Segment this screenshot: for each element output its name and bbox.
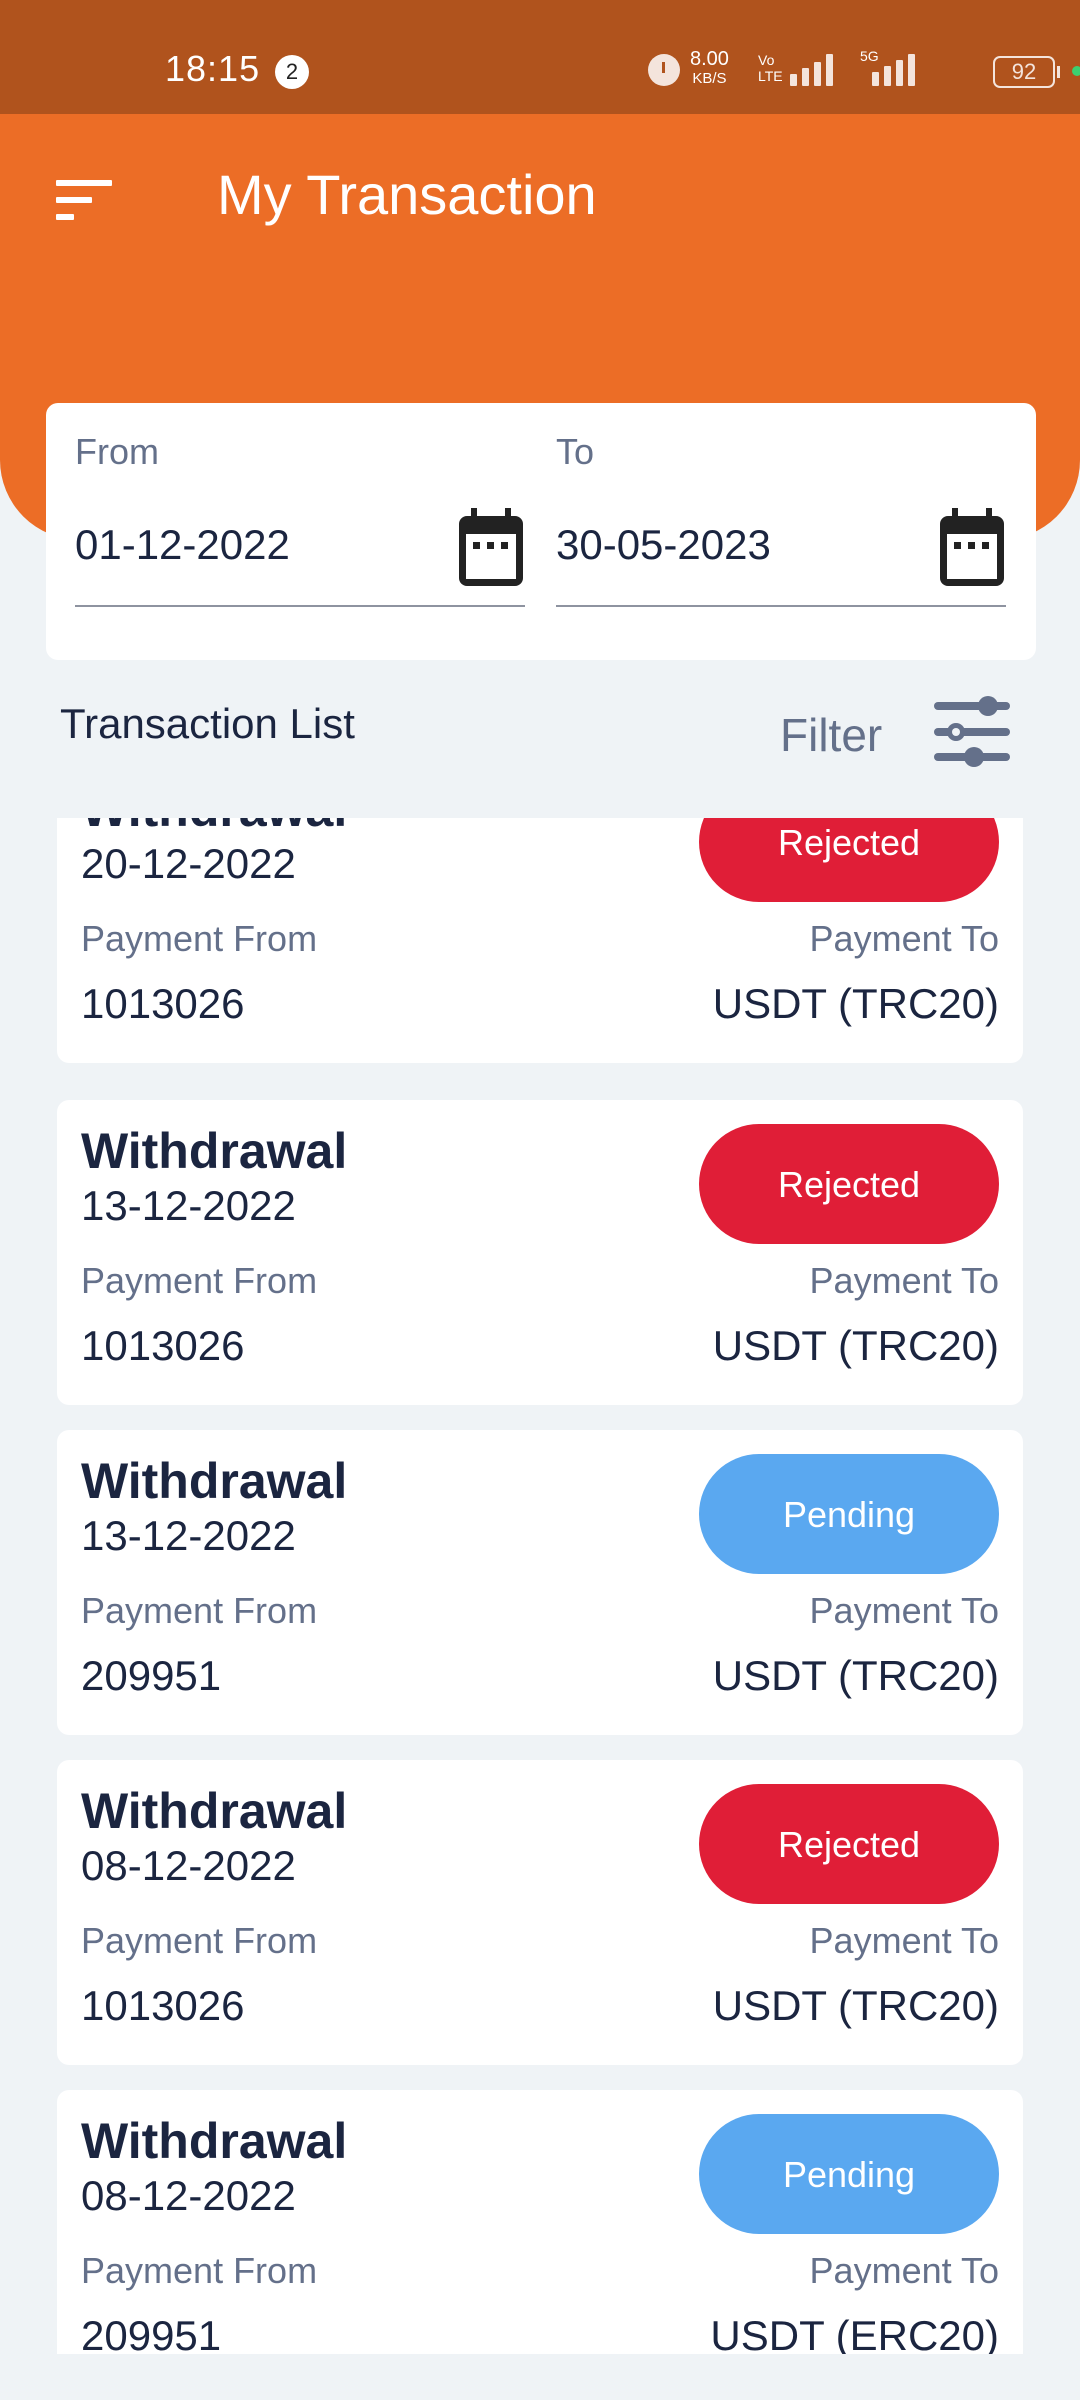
payment-to-label: Payment To (809, 1260, 999, 1301)
status-bar: 18:15 2 8.00 KB/S Vo LTE 5G 92 (0, 0, 1080, 114)
transaction-type: Withdrawal (81, 1783, 348, 1839)
transaction-date: 13-12-2022 (81, 1512, 296, 1559)
filter-button[interactable]: Filter (780, 696, 1010, 767)
payment-to-value: USDT (ERC20) (710, 2312, 999, 2354)
transaction-date: 08-12-2022 (81, 1842, 296, 1889)
to-date-field[interactable]: To 30-05-2023 (556, 403, 1006, 613)
battery-icon: 92 (993, 56, 1060, 88)
to-date-value[interactable]: 30-05-2023 (556, 521, 771, 569)
status-badge[interactable]: Pending (699, 1454, 999, 1574)
date-range-card: From 01-12-2022 To 30-05-2023 (46, 403, 1036, 660)
payment-to-value: USDT (TRC20) (712, 1982, 999, 2029)
payment-from-value: 1013026 (81, 980, 245, 1027)
filter-label: Filter (780, 709, 883, 761)
transaction-type: Withdrawal (81, 1453, 348, 1509)
calendar-icon[interactable] (938, 508, 1006, 586)
transaction-date: 13-12-2022 (81, 1182, 296, 1229)
from-label: From (75, 431, 159, 472)
transaction-list[interactable]: Withdrawal 20-12-2022 Rejected Payment F… (0, 818, 1080, 2354)
payment-from-label: Payment From (81, 1590, 318, 1631)
transaction-date: 08-12-2022 (81, 2172, 296, 2219)
payment-to-label: Payment To (809, 918, 999, 959)
payment-from-label: Payment From (81, 918, 318, 959)
payment-from-label: Payment From (81, 1260, 318, 1301)
menu-icon-line (56, 197, 92, 203)
transaction-card[interactable]: Withdrawal 08-12-2022 Rejected Payment F… (57, 1760, 1023, 2065)
alarm-icon (648, 54, 680, 86)
menu-icon (56, 180, 112, 186)
status-time: 18:15 (165, 48, 261, 89)
payment-from-label: Payment From (81, 2250, 318, 2291)
to-date-underline (556, 605, 1006, 607)
from-date-value[interactable]: 01-12-2022 (75, 521, 290, 569)
transaction-type: Withdrawal (81, 2113, 348, 2169)
calendar-icon[interactable] (457, 508, 525, 586)
network-speed: 8.00 KB/S (690, 48, 729, 88)
transaction-card[interactable]: Withdrawal 08-12-2022 Pending Payment Fr… (57, 2090, 1023, 2354)
payment-from-value: 1013026 (81, 1982, 245, 2029)
transaction-type: Withdrawal (81, 818, 347, 838)
page-title: My Transaction (217, 163, 597, 226)
status-badge[interactable]: Rejected (699, 1784, 999, 1904)
payment-from-value: 209951 (81, 1652, 222, 1699)
status-badge[interactable]: Pending (699, 2114, 999, 2234)
payment-from-value: 209951 (81, 2312, 222, 2354)
payment-from-label: Payment From (81, 1920, 318, 1961)
payment-to-label: Payment To (809, 2250, 999, 2291)
menu-icon-line (56, 214, 74, 220)
transaction-card[interactable]: Withdrawal 13-12-2022 Rejected Payment F… (57, 1100, 1023, 1405)
signal-icon (790, 54, 833, 86)
transaction-type: Withdrawal (81, 1123, 348, 1179)
from-date-underline (75, 605, 525, 607)
network-speed-unit: KB/S (692, 70, 727, 87)
network-speed-value: 8.00 (690, 48, 729, 70)
privacy-indicator-dot (1072, 66, 1080, 76)
transaction-list-title: Transaction List (60, 700, 355, 747)
notification-count-badge: 2 (275, 55, 309, 89)
transaction-date: 20-12-2022 (81, 840, 296, 887)
payment-from-value: 1013026 (81, 1322, 245, 1369)
signal-5g-icon (872, 54, 915, 86)
status-icons: 8.00 KB/S Vo LTE 5G 92 (640, 48, 1080, 98)
transaction-card[interactable]: Withdrawal 13-12-2022 Pending Payment Fr… (57, 1430, 1023, 1735)
payment-to-value: USDT (TRC20) (712, 980, 999, 1027)
volte-icon: Vo LTE (758, 52, 783, 84)
payment-to-value: USDT (TRC20) (712, 1322, 999, 1369)
status-badge[interactable]: Rejected (699, 1124, 999, 1244)
from-date-field[interactable]: From 01-12-2022 (75, 403, 525, 613)
menu-button[interactable] (56, 180, 112, 220)
payment-to-label: Payment To (809, 1590, 999, 1631)
payment-to-label: Payment To (809, 1920, 999, 1961)
to-label: To (556, 431, 595, 472)
payment-to-value: USDT (TRC20) (712, 1652, 999, 1699)
transaction-card[interactable]: Withdrawal 20-12-2022 Rejected Payment F… (57, 818, 1023, 1063)
sliders-icon (934, 696, 1010, 767)
status-badge[interactable]: Rejected (699, 818, 999, 902)
